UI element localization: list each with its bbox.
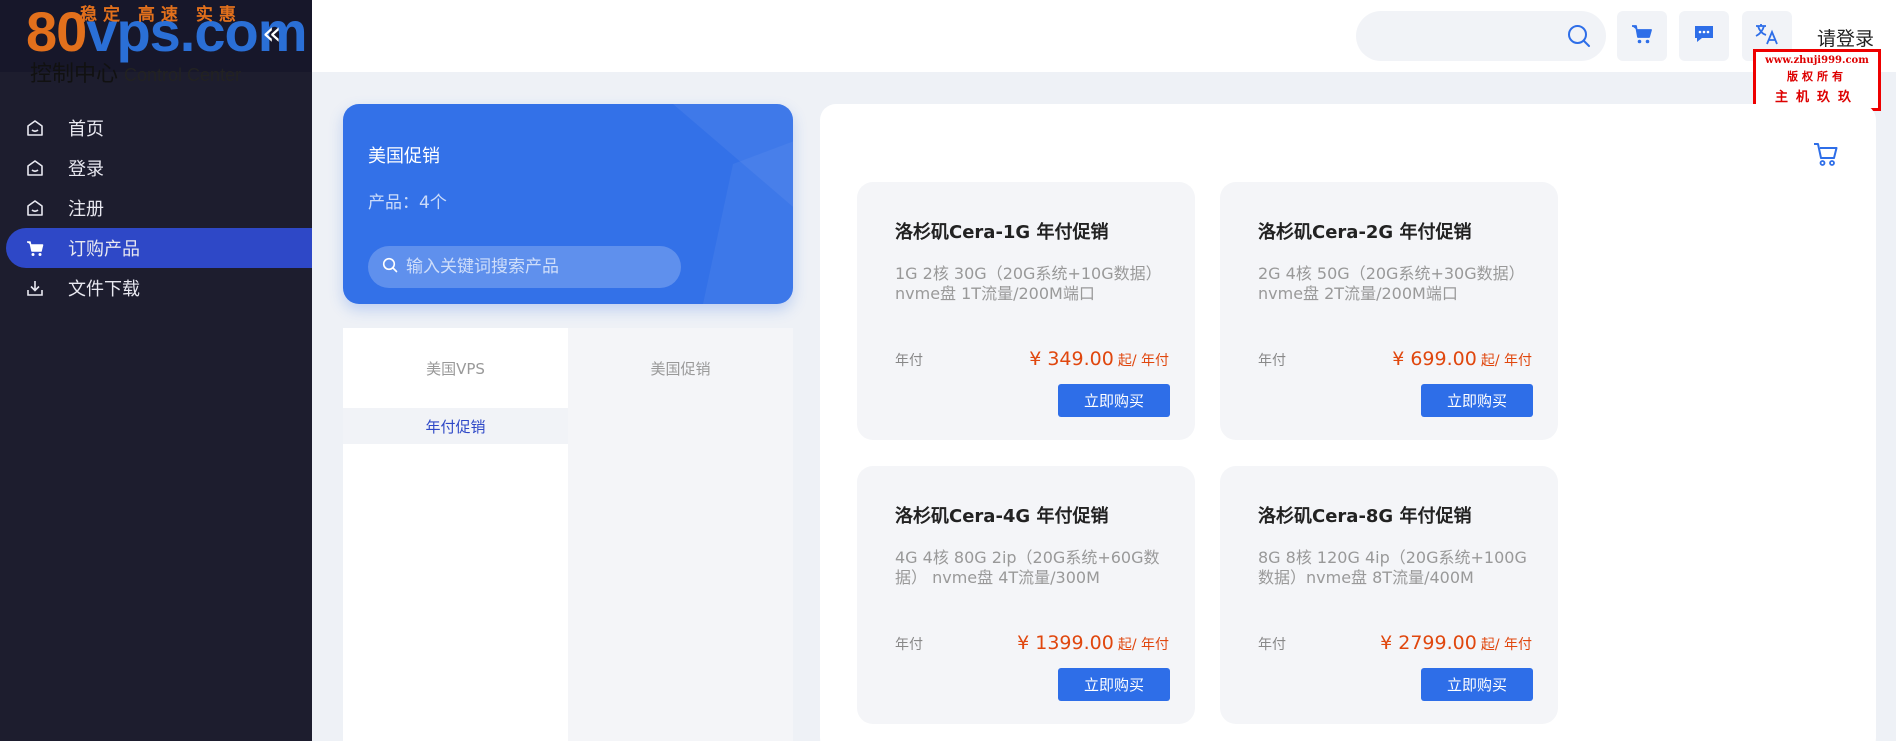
top-search-input[interactable] bbox=[1356, 11, 1606, 61]
panel-title-en: Control Center bbox=[124, 65, 242, 85]
search-icon bbox=[382, 257, 398, 277]
product-name: 洛杉矶Cera-1G 年付促销 bbox=[895, 222, 1109, 243]
product-description: 8G 8核 120G 4ip（20G系统+100G数据）nvme盘 8T流量/4… bbox=[1258, 548, 1527, 587]
buy-now-button[interactable]: 立即购买 bbox=[1421, 668, 1533, 701]
tab-us-promo[interactable]: 美国促销 bbox=[568, 328, 793, 408]
chat-icon bbox=[1692, 22, 1716, 50]
panel-title-cn: 控制中心 bbox=[30, 62, 119, 87]
sidebar-item-login[interactable]: 登录 bbox=[0, 148, 312, 188]
sidebar-item-label: 登录 bbox=[68, 159, 104, 180]
cart-icon bbox=[24, 237, 46, 259]
price-unit: 起/ 年付 bbox=[1480, 353, 1532, 369]
cart-button[interactable] bbox=[1617, 11, 1667, 61]
buy-now-button[interactable]: 立即购买 bbox=[1058, 384, 1170, 417]
product-card: 洛杉矶Cera-2G 年付促销 2G 4核 50G（20G系统+30G数据） n… bbox=[1220, 182, 1558, 440]
home-icon bbox=[24, 197, 46, 219]
translate-icon bbox=[1754, 21, 1780, 51]
product-count: 产品：4个 bbox=[368, 193, 447, 213]
messages-button[interactable] bbox=[1679, 11, 1729, 61]
logo-80: 80 bbox=[26, 0, 87, 63]
home-icon bbox=[24, 117, 46, 139]
collapse-sidebar-icon[interactable]: « bbox=[262, 17, 288, 49]
billing-cycle: 年付 bbox=[1258, 353, 1286, 369]
product-search-input[interactable] bbox=[406, 257, 676, 277]
price-unit: 起/ 年付 bbox=[1117, 637, 1169, 653]
product-search-box[interactable] bbox=[368, 246, 681, 288]
download-icon bbox=[24, 277, 46, 299]
search-icon[interactable] bbox=[1566, 23, 1592, 53]
sidebar-nav: 首页 登录 注册 订购产品 文件下载 bbox=[0, 108, 312, 308]
products-panel: 洛杉矶Cera-1G 年付促销 1G 2核 30G（20G系统+10G数据） n… bbox=[820, 104, 1876, 741]
watermark-url: www.zhuji999.com bbox=[1765, 55, 1869, 66]
logo-slogan: 稳定 高速 实惠 bbox=[80, 5, 242, 25]
product-card: 洛杉矶Cera-1G 年付促销 1G 2核 30G（20G系统+10G数据） n… bbox=[857, 182, 1195, 440]
cart-icon bbox=[1630, 22, 1654, 50]
sidebar-item-home[interactable]: 首页 bbox=[0, 108, 312, 148]
product-description: 1G 2核 30G（20G系统+10G数据） nvme盘 1T流量/200M端口 bbox=[895, 264, 1162, 303]
price-amount: ¥ 2799.00 bbox=[1380, 632, 1477, 654]
price-amount: ¥ 1399.00 bbox=[1017, 632, 1114, 654]
product-description: 2G 4核 50G（20G系统+30G数据） nvme盘 2T流量/200M端口 bbox=[1258, 264, 1525, 303]
watermark-brand: 主机玖玖 bbox=[1774, 90, 1859, 105]
sidebar-item-register[interactable]: 注册 bbox=[0, 188, 312, 228]
login-link[interactable]: 请登录 bbox=[1817, 24, 1874, 51]
billing-cycle: 年付 bbox=[895, 353, 923, 369]
billing-cycle: 年付 bbox=[1258, 637, 1286, 653]
sidebar-item-downloads[interactable]: 文件下载 bbox=[0, 268, 312, 308]
watermark-copyright: 版权所有 bbox=[1787, 70, 1847, 83]
sidebar: 80vps.com 稳定 高速 实惠 « 控制中心 Control Center … bbox=[0, 0, 312, 741]
tab-us-vps[interactable]: 美国VPS bbox=[343, 328, 568, 408]
home-icon bbox=[24, 157, 46, 179]
sidebar-item-label: 文件下载 bbox=[68, 279, 140, 300]
product-name: 洛杉矶Cera-8G 年付促销 bbox=[1258, 506, 1472, 527]
product-card: 洛杉矶Cera-8G 年付促销 8G 8核 120G 4ip（20G系统+100… bbox=[1220, 466, 1558, 724]
watermark-stamp: www.zhuji999.com 版权所有 主机玖玖 bbox=[1753, 49, 1881, 111]
price-unit: 起/ 年付 bbox=[1117, 353, 1169, 369]
sidebar-item-label: 注册 bbox=[68, 199, 104, 220]
promo-title: 美国促销 bbox=[368, 146, 440, 167]
cart-icon[interactable] bbox=[1812, 140, 1840, 172]
subcategory-annual-promo[interactable]: 年付促销 bbox=[343, 408, 568, 444]
category-panel: 美国VPS 美国促销 年付促销 bbox=[343, 328, 793, 741]
price-unit: 起/ 年付 bbox=[1480, 637, 1532, 653]
price-amount: ¥ 349.00 bbox=[1029, 348, 1114, 370]
buy-now-button[interactable]: 立即购买 bbox=[1421, 384, 1533, 417]
buy-now-button[interactable]: 立即购买 bbox=[1058, 668, 1170, 701]
sidebar-item-order-products[interactable]: 订购产品 bbox=[6, 228, 312, 268]
product-price: ¥ 2799.00 起/ 年付 bbox=[1380, 632, 1532, 654]
sidebar-item-label: 首页 bbox=[68, 119, 104, 140]
product-price: ¥ 349.00 起/ 年付 bbox=[1029, 348, 1169, 370]
product-description: 4G 4核 80G 2ip（20G系统+60G数据） nvme盘 4T流量/30… bbox=[895, 548, 1160, 587]
product-card: 洛杉矶Cera-4G 年付促销 4G 4核 80G 2ip（20G系统+60G数… bbox=[857, 466, 1195, 724]
product-name: 洛杉矶Cera-2G 年付促销 bbox=[1258, 222, 1472, 243]
sidebar-item-label: 订购产品 bbox=[68, 239, 140, 260]
product-price: ¥ 699.00 起/ 年付 bbox=[1392, 348, 1532, 370]
panel-title: 控制中心 Control Center bbox=[30, 56, 241, 88]
price-amount: ¥ 699.00 bbox=[1392, 348, 1477, 370]
product-price: ¥ 1399.00 起/ 年付 bbox=[1017, 632, 1169, 654]
billing-cycle: 年付 bbox=[895, 637, 923, 653]
product-name: 洛杉矶Cera-4G 年付促销 bbox=[895, 506, 1109, 527]
promo-card: 美国促销 产品：4个 bbox=[343, 104, 793, 304]
